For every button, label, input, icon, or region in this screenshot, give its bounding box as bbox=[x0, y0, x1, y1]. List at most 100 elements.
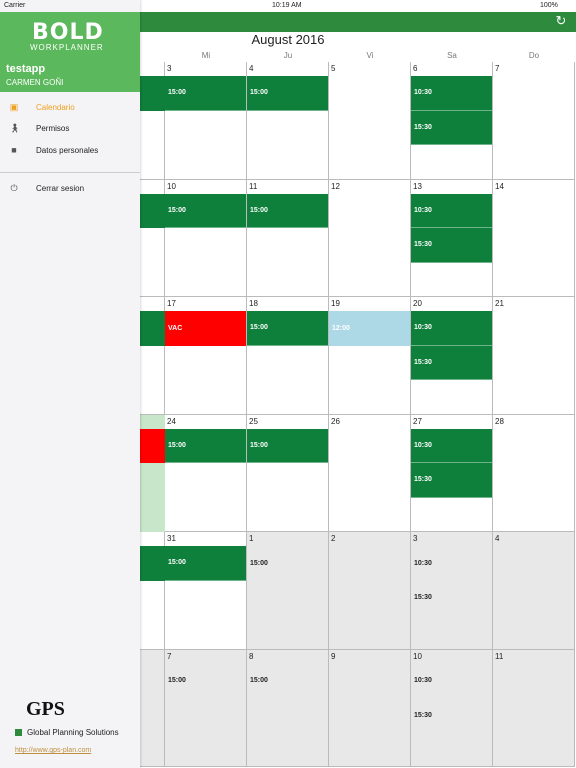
day-number: 24 bbox=[167, 416, 176, 426]
calendar-event[interactable]: 15:00 bbox=[165, 76, 246, 111]
calendar-day-cell[interactable]: 2 bbox=[329, 532, 411, 650]
calendar-event[interactable]: 15:00 bbox=[165, 428, 246, 463]
day-number: 11 bbox=[249, 181, 258, 191]
weekday-label: Vi bbox=[366, 51, 374, 60]
day-number: 6 bbox=[413, 64, 418, 73]
calendar-day-cell[interactable]: 28 bbox=[493, 414, 575, 532]
calendar-event[interactable]: 15:00 bbox=[247, 428, 328, 463]
calendar-event[interactable]: 15:30 bbox=[411, 345, 492, 380]
calendar-day-cell[interactable]: 3 15:00 bbox=[165, 62, 247, 180]
calendar-event[interactable]: 15:00 bbox=[247, 193, 328, 228]
calendar-event[interactable]: 15:30 bbox=[411, 698, 492, 733]
calendar-day-cell[interactable]: 17 VAC bbox=[165, 297, 247, 415]
calendar-day-cell[interactable]: 3 10:30 15:30 bbox=[411, 532, 493, 650]
calendar-day-cell[interactable]: 6 10:30 15:30 bbox=[411, 62, 493, 180]
calendar-day-cell[interactable]: 31 15:00 bbox=[165, 532, 247, 650]
weekday-label: Sa bbox=[447, 51, 457, 60]
calendar-day-cell[interactable]: 4 bbox=[493, 532, 575, 650]
selected-day-highlight bbox=[140, 463, 165, 532]
day-number: 18 bbox=[249, 299, 258, 308]
calendar-event[interactable]: 12:00 bbox=[329, 311, 410, 346]
day-number: 17 bbox=[167, 299, 176, 308]
day-number: 10 bbox=[167, 181, 176, 191]
calendar-day-cell[interactable]: 24 15:00 bbox=[165, 414, 247, 532]
calendar-event[interactable]: 15:00 bbox=[247, 311, 328, 346]
clock-label: 10:19 AM bbox=[272, 2, 302, 9]
calendar-event-strip[interactable] bbox=[140, 76, 165, 111]
calendar-day-cell[interactable]: 20 10:30 15:30 bbox=[411, 297, 493, 415]
calendar-day-cell[interactable]: 4 15:00 bbox=[247, 62, 329, 180]
calendar-day-cell[interactable]: 27 10:30 15:30 bbox=[411, 414, 493, 532]
calendar-event[interactable]: 10:30 bbox=[411, 664, 492, 699]
user-name: testapp bbox=[6, 63, 46, 75]
menu-item-label: Calendario bbox=[36, 103, 75, 112]
calendar-event[interactable]: 15:30 bbox=[411, 463, 492, 498]
menu-item-label: Cerrar sesion bbox=[36, 184, 85, 193]
calendar-event-strip[interactable] bbox=[140, 311, 165, 346]
calendar-event[interactable]: 15:00 bbox=[247, 76, 328, 111]
weekday-label: Do bbox=[528, 51, 540, 60]
calendar-event[interactable]: 10:30 bbox=[411, 546, 492, 581]
calendar-event[interactable]: 15:00 bbox=[247, 664, 328, 699]
day-number: 7 bbox=[495, 64, 500, 73]
refresh-icon[interactable]: ↻ bbox=[554, 14, 568, 28]
day-number: 21 bbox=[495, 299, 504, 308]
calendar-day-cell[interactable]: 11 bbox=[493, 649, 575, 767]
gps-square-icon bbox=[15, 729, 22, 736]
calendar-day-cell[interactable]: 13 10:30 15:30 bbox=[411, 179, 493, 297]
calendar-day-cell[interactable]: 7 15:00 bbox=[165, 649, 247, 767]
day-number: 11 bbox=[495, 651, 504, 661]
calendar-day-cell[interactable]: 26 bbox=[329, 414, 411, 532]
calendar-event[interactable]: VAC bbox=[165, 311, 246, 346]
calendar-event[interactable]: 15:30 bbox=[411, 581, 492, 616]
calendar-partial-cell[interactable] bbox=[140, 649, 165, 767]
calendar-event[interactable]: 15:30 bbox=[411, 228, 492, 263]
power-icon: ⏻ bbox=[10, 183, 18, 193]
calendar-event[interactable]: 15:00 bbox=[165, 546, 246, 581]
calendar-day-cell[interactable]: 21 bbox=[493, 297, 575, 415]
app-logo-subtitle: WORKPLANNER bbox=[30, 43, 104, 52]
calendar-event[interactable]: 15:00 bbox=[165, 193, 246, 228]
calendar-day-cell[interactable]: 8 15:00 bbox=[247, 649, 329, 767]
battery-label: 100% bbox=[540, 2, 558, 9]
day-number: 19 bbox=[331, 299, 340, 308]
calendar-day-cell[interactable]: 12 bbox=[329, 179, 411, 297]
calendar-event[interactable]: 10:30 bbox=[411, 193, 492, 228]
calendar-event[interactable]: 15:00 bbox=[247, 546, 328, 581]
carrier-label: Carrier bbox=[4, 2, 26, 9]
calendar-event[interactable]: 15:30 bbox=[411, 110, 492, 145]
menu-divider bbox=[0, 172, 140, 173]
calendar-day-cell[interactable]: 10 10:30 15:30 bbox=[411, 649, 493, 767]
calendar-event-strip[interactable] bbox=[140, 546, 165, 581]
calendar-day-cell[interactable]: 5 bbox=[329, 62, 411, 180]
calendar-event[interactable]: 10:30 bbox=[411, 428, 492, 463]
walking-person-icon: 🚶︎ bbox=[9, 123, 21, 133]
day-number: 4 bbox=[249, 64, 254, 73]
day-number: 10 bbox=[413, 651, 422, 661]
day-number: 5 bbox=[331, 64, 336, 73]
calendar-event-strip[interactable] bbox=[140, 193, 165, 228]
calendar-day-cell[interactable]: 18 15:00 bbox=[247, 297, 329, 415]
calendar-event[interactable]: 15:00 bbox=[165, 664, 246, 699]
menu-item-label: Datos personales bbox=[36, 146, 99, 155]
calendar-day-cell[interactable]: 7 bbox=[493, 62, 575, 180]
calendar-event[interactable]: 10:30 bbox=[411, 311, 492, 346]
calendar-event-strip[interactable] bbox=[140, 428, 165, 463]
menu-item-datos-personales[interactable]: ■ Datos personales bbox=[0, 142, 140, 160]
company-link[interactable]: http://www.gps-plan.com bbox=[15, 747, 91, 754]
calendar-day-cell[interactable]: 25 15:00 bbox=[247, 414, 329, 532]
day-number: 27 bbox=[413, 416, 422, 426]
app-logo: BOLD bbox=[32, 20, 104, 45]
menu-item-permisos[interactable]: 🚶︎ Permisos bbox=[0, 120, 140, 138]
calendar-day-cell[interactable]: 1 15:00 bbox=[247, 532, 329, 650]
day-number: 8 bbox=[249, 651, 254, 661]
calendar-day-cell[interactable]: 19 12:00 bbox=[329, 297, 411, 415]
company-name: Global Planning Solutions bbox=[27, 728, 119, 737]
calendar-day-cell[interactable]: 14 bbox=[493, 179, 575, 297]
calendar-day-cell[interactable]: 10 15:00 bbox=[165, 179, 247, 297]
calendar-day-cell[interactable]: 9 bbox=[329, 649, 411, 767]
calendar-day-cell[interactable]: 11 15:00 bbox=[247, 179, 329, 297]
menu-item-calendario[interactable]: ▣ Calendario bbox=[0, 99, 140, 117]
calendar-event[interactable]: 10:30 bbox=[411, 76, 492, 111]
menu-item-cerrar-sesion[interactable]: ⏻ Cerrar sesion bbox=[0, 180, 140, 198]
